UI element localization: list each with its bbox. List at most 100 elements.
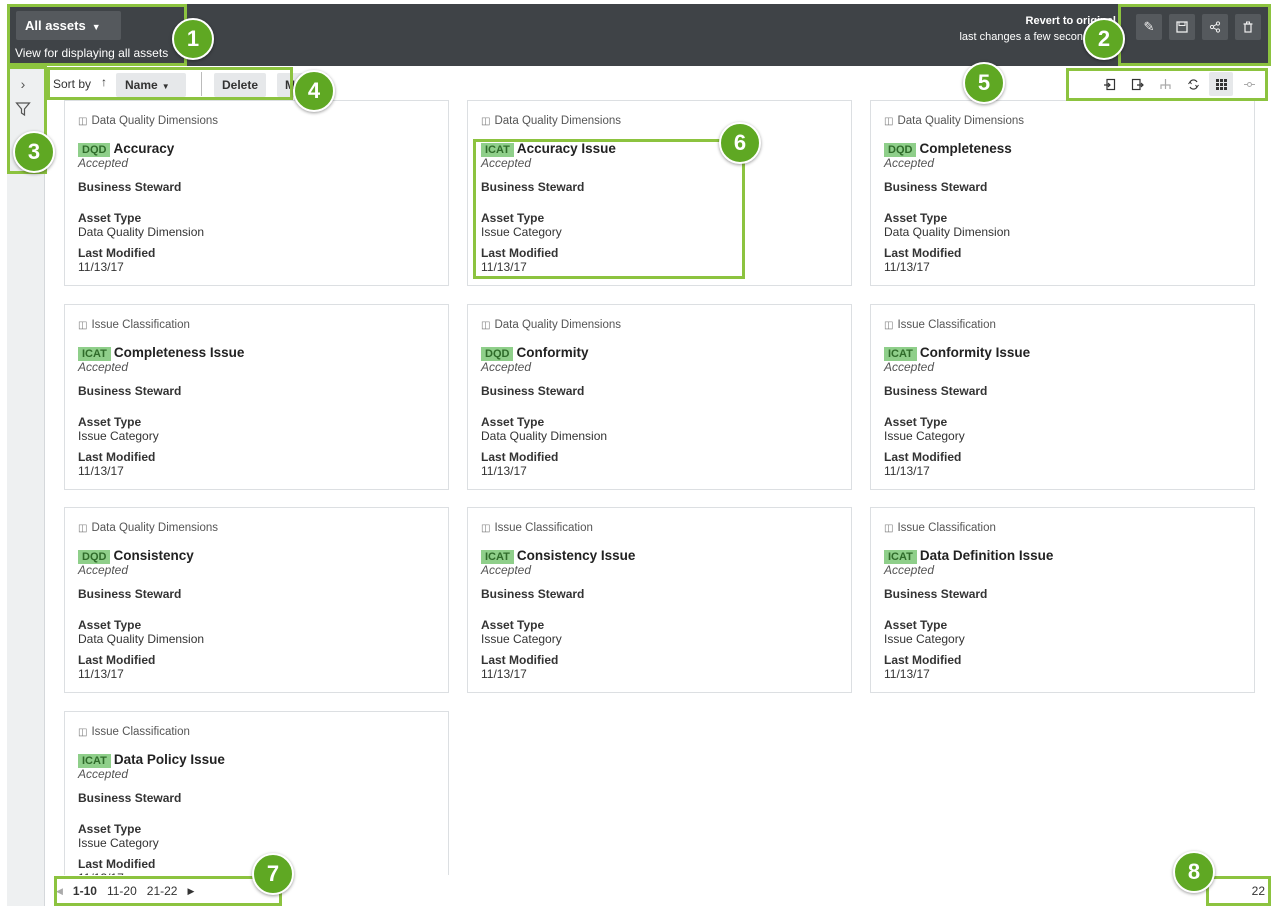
callout-badge: 2 bbox=[1083, 18, 1125, 60]
toolbar: Sort by ↑ Name▼ Delete More bbox=[47, 66, 1271, 100]
card-domain-label: Data Quality Dimensions bbox=[91, 522, 219, 534]
view-description: View for displaying all assets bbox=[15, 46, 169, 60]
page-link[interactable]: 11-20 bbox=[107, 884, 137, 898]
card-title[interactable]: Accuracy Issue bbox=[517, 141, 616, 156]
card-status: Accepted bbox=[884, 563, 935, 577]
card-title[interactable]: Consistency bbox=[113, 548, 193, 563]
export-icon[interactable] bbox=[1125, 72, 1149, 96]
card-domain: ◫ Data Quality Dimensions bbox=[78, 522, 435, 534]
asset-type-badge: DQD bbox=[78, 143, 111, 157]
trash-icon[interactable] bbox=[1235, 14, 1261, 40]
card-title[interactable]: Data Policy Issue bbox=[114, 752, 225, 767]
asset-card[interactable]: ◫ Issue Classification ICAT Consistency Iss… bbox=[467, 507, 852, 693]
steward-label: Business Steward bbox=[78, 180, 182, 194]
hierarchy-icon[interactable] bbox=[1153, 72, 1177, 96]
card-title[interactable]: Conformity Issue bbox=[920, 345, 1030, 360]
card-status: Accepted bbox=[884, 156, 935, 170]
diagram-icon[interactable] bbox=[1237, 72, 1261, 96]
asset-card[interactable]: ◫ Issue Classification ICAT Conformity Issu… bbox=[870, 304, 1255, 490]
card-title[interactable]: Data Definition Issue bbox=[920, 548, 1054, 563]
last-modified-value: 11/13/17 bbox=[78, 464, 124, 478]
steward-label: Business Steward bbox=[481, 384, 585, 398]
delete-button[interactable]: Delete bbox=[214, 73, 267, 97]
asset-card[interactable]: ◫ Issue Classification ICAT Data Policy Iss… bbox=[64, 711, 449, 875]
filter-icon[interactable] bbox=[7, 101, 39, 120]
grid-icon[interactable] bbox=[1209, 72, 1233, 96]
asset-card[interactable]: ◫ Issue Classification ICAT Completeness Is… bbox=[64, 304, 449, 490]
card-title[interactable]: Consistency Issue bbox=[517, 548, 636, 563]
toolbar-divider bbox=[201, 72, 202, 96]
sort-ascending-icon[interactable]: ↑ bbox=[101, 75, 107, 89]
asset-type-badge: DQD bbox=[884, 143, 917, 157]
last-modified-label: Last Modified bbox=[884, 246, 962, 260]
asset-type-label: Asset Type bbox=[78, 415, 142, 429]
prev-page-icon[interactable]: ◀ bbox=[56, 886, 63, 897]
asset-type-label: Asset Type bbox=[78, 211, 142, 225]
last-modified-label: Last Modified bbox=[481, 450, 559, 464]
card-status: Accepted bbox=[78, 563, 129, 577]
card-title-row: ICAT Data Definition Issue bbox=[884, 548, 1241, 564]
asset-type-value: Issue Category bbox=[884, 429, 965, 443]
share-icon[interactable] bbox=[1202, 14, 1228, 40]
card-title-row: DQD Consistency bbox=[78, 548, 435, 564]
view-selector-button[interactable]: All assets ▼ bbox=[16, 11, 121, 40]
card-title-row: DQD Accuracy bbox=[78, 141, 435, 157]
last-modified-value: 11/13/17 bbox=[78, 667, 124, 681]
asset-type-badge: ICAT bbox=[78, 347, 111, 361]
pencil-icon[interactable]: ✎ bbox=[1136, 14, 1162, 40]
card-title[interactable]: Completeness bbox=[919, 141, 1011, 156]
card-title-row: ICAT Data Policy Issue bbox=[78, 752, 435, 768]
page-link[interactable]: 21-22 bbox=[147, 884, 178, 898]
domain-icon: ◫ bbox=[78, 116, 88, 127]
domain-icon: ◫ bbox=[884, 320, 894, 331]
card-domain: ◫ Issue Classification bbox=[78, 726, 435, 738]
card-status: Accepted bbox=[481, 156, 532, 170]
card-title[interactable]: Accuracy bbox=[113, 141, 174, 156]
steward-label: Business Steward bbox=[884, 587, 988, 601]
view-name: All assets bbox=[25, 18, 86, 33]
asset-type-badge: ICAT bbox=[481, 550, 514, 564]
callout-badge: 1 bbox=[172, 18, 214, 60]
asset-card[interactable]: ◫ Data Quality Dimensions DQD Accuracy Accep… bbox=[64, 100, 449, 286]
asset-type-value: Data Quality Dimension bbox=[481, 429, 608, 443]
card-title-row: DQD Conformity bbox=[481, 345, 838, 361]
save-icon[interactable] bbox=[1169, 14, 1195, 40]
page-link-current[interactable]: 1-10 bbox=[73, 884, 97, 898]
card-domain-label: Data Quality Dimensions bbox=[897, 115, 1025, 127]
steward-label: Business Steward bbox=[884, 180, 988, 194]
expand-icon[interactable]: › bbox=[7, 76, 39, 92]
card-domain-label: Issue Classification bbox=[91, 319, 190, 331]
asset-card[interactable]: ◫ Data Quality Dimensions ICAT Accuracy Iss… bbox=[467, 100, 852, 286]
asset-type-value: Data Quality Dimension bbox=[78, 632, 205, 646]
asset-type-label: Asset Type bbox=[481, 415, 545, 429]
card-title[interactable]: Completeness Issue bbox=[114, 345, 245, 360]
asset-card[interactable]: ◫ Data Quality Dimensions DQD Conformity Acc… bbox=[467, 304, 852, 490]
callout-badge: 3 bbox=[13, 131, 55, 173]
sort-field-select[interactable]: Name ▼ bbox=[116, 73, 186, 97]
asset-type-label: Asset Type bbox=[884, 618, 948, 632]
card-domain-label: Data Quality Dimensions bbox=[494, 319, 622, 331]
asset-type-badge: ICAT bbox=[884, 347, 917, 361]
card-title-row: ICAT Consistency Issue bbox=[481, 548, 838, 564]
next-page-icon[interactable]: ▶ bbox=[187, 886, 194, 897]
asset-type-label: Asset Type bbox=[78, 618, 142, 632]
asset-type-badge: ICAT bbox=[481, 143, 514, 157]
card-domain-label: Issue Classification bbox=[897, 319, 996, 331]
sync-icon[interactable] bbox=[1181, 72, 1205, 96]
last-modified-value: 11/13/17 bbox=[481, 260, 527, 274]
card-domain: ◫ Issue Classification bbox=[78, 319, 435, 331]
last-modified-value: 11/13/17 bbox=[884, 464, 930, 478]
asset-card[interactable]: ◫ Issue Classification ICAT Data Definition… bbox=[870, 507, 1255, 693]
import-icon[interactable] bbox=[1097, 72, 1121, 96]
domain-icon: ◫ bbox=[78, 727, 88, 738]
asset-type-value: Issue Category bbox=[78, 836, 159, 850]
steward-label: Business Steward bbox=[481, 180, 585, 194]
asset-card[interactable]: ◫ Data Quality Dimensions DQD Consistency Ac… bbox=[64, 507, 449, 693]
card-title[interactable]: Conformity bbox=[516, 345, 588, 360]
last-modified-label: Last Modified bbox=[78, 450, 156, 464]
callout-badge: 4 bbox=[293, 70, 335, 112]
caret-down-icon: ▼ bbox=[161, 82, 170, 91]
asset-type-badge: DQD bbox=[78, 550, 111, 564]
asset-card[interactable]: ◫ Data Quality Dimensions DQD Completeness A… bbox=[870, 100, 1255, 286]
last-modified-label: Last Modified bbox=[78, 246, 156, 260]
